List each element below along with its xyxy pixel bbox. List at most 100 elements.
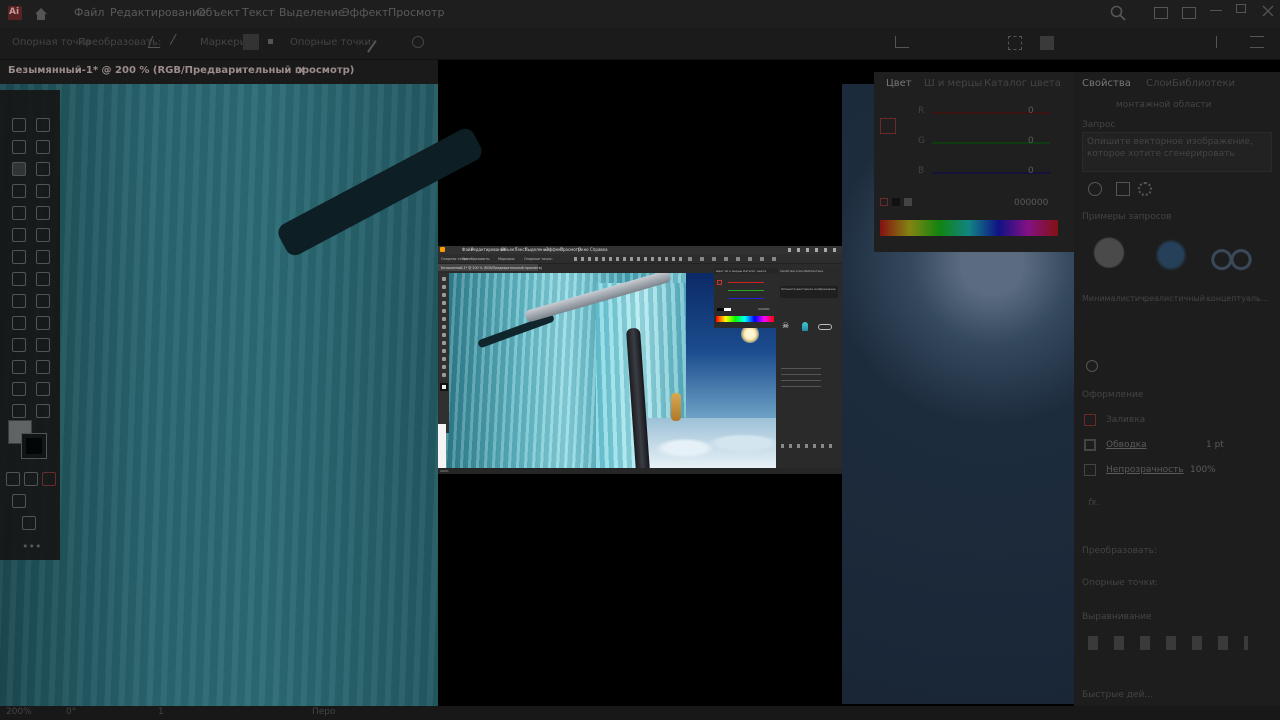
effects-icon[interactable] <box>1116 182 1130 196</box>
free-transform-tool-icon[interactable] <box>36 272 50 286</box>
zoom-value[interactable]: 200% <box>6 707 32 717</box>
rotate-tool-icon[interactable] <box>12 250 26 264</box>
mini-fill-stroke[interactable] <box>440 383 448 391</box>
cut-path-icon[interactable] <box>412 36 424 48</box>
isolate-icon[interactable] <box>1040 36 1054 50</box>
perspective-tool-icon[interactable] <box>36 294 50 308</box>
mini-g-slider[interactable] <box>728 290 764 291</box>
rotation-value[interactable]: 0° <box>66 707 76 717</box>
maximize-icon[interactable] <box>1236 4 1246 13</box>
screen-mode-icon[interactable] <box>22 516 36 530</box>
example-rocket-icon[interactable] <box>1148 232 1194 278</box>
hex-value[interactable]: 000000 <box>1014 198 1048 208</box>
mini-skull-icon[interactable]: ☠ <box>782 321 789 330</box>
symbol-sprayer-tool-icon[interactable] <box>12 360 26 374</box>
align-icon[interactable] <box>895 36 909 48</box>
b-value[interactable]: 0 <box>1028 166 1034 176</box>
scale-tool-icon[interactable] <box>36 250 50 264</box>
menu-type[interactable]: Текст <box>242 6 275 19</box>
mini-color-tabs[interactable]: Цвет Ш и мерцы Каталог цвета <box>714 268 778 274</box>
slice-tool-icon[interactable] <box>36 382 50 396</box>
mini-menu-window[interactable]: Окно <box>578 247 589 252</box>
black-swatch[interactable] <box>892 198 900 206</box>
more-tools-icon[interactable]: ••• <box>22 540 41 553</box>
fill-stroke-mini[interactable] <box>880 118 896 134</box>
mini-tool-shape[interactable] <box>442 341 446 345</box>
minimize-icon[interactable] <box>1210 10 1222 11</box>
style-reference-icon[interactable] <box>1088 182 1102 196</box>
prompt-input[interactable]: Опишите векторное изображение, которое х… <box>1082 132 1272 172</box>
mini-hex[interactable]: 000000 <box>758 307 769 311</box>
info-icon[interactable] <box>1086 360 1098 372</box>
direct-selection-tool-icon[interactable] <box>36 118 50 132</box>
menu-file[interactable]: Файл <box>74 6 104 19</box>
mini-tool-pen[interactable] <box>442 293 446 297</box>
menu-object[interactable]: Объект <box>197 6 240 19</box>
g-value[interactable]: 0 <box>1028 136 1034 146</box>
color-tab[interactable]: Цвет <box>886 78 912 89</box>
arrange-icon[interactable] <box>1154 7 1168 19</box>
properties-tab[interactable]: Свойства <box>1082 78 1131 89</box>
graph-tool-icon[interactable] <box>36 360 50 374</box>
line-tool-icon[interactable] <box>36 184 50 198</box>
libraries-tab[interactable]: Библиотеки <box>1172 78 1235 89</box>
stroke-weight-value[interactable]: 1 pt <box>1206 440 1224 450</box>
mini-tool-direct[interactable] <box>442 285 446 289</box>
color-spectrum[interactable] <box>880 220 1058 236</box>
mini-b-slider[interactable] <box>728 298 764 299</box>
width-tool-icon[interactable] <box>12 272 26 286</box>
example-bicycle-icon[interactable] <box>1208 232 1254 278</box>
convert-anchor-icon[interactable] <box>147 36 165 48</box>
fill-none-icon[interactable] <box>1084 414 1096 426</box>
pen-tool-icon[interactable] <box>12 162 26 176</box>
mini-tool-rect[interactable] <box>442 309 446 313</box>
pencil-tool-icon[interactable] <box>36 206 50 220</box>
shaper-tool-icon[interactable] <box>12 228 26 242</box>
opacity-value[interactable]: 100% <box>1190 465 1216 475</box>
color-guide-tab[interactable]: Каталог цвета <box>984 78 1061 89</box>
stroke-swatch[interactable] <box>21 433 47 459</box>
swatches-tab[interactable]: Ш и мерцы <box>924 78 982 89</box>
mini-props-tabs[interactable]: Свойства Слои Библиотеки <box>780 269 823 273</box>
search-icon[interactable] <box>1110 5 1126 21</box>
doc-tab-close[interactable]: × <box>296 63 306 77</box>
blend-tool-icon[interactable] <box>36 338 50 352</box>
mini-r-slider[interactable] <box>728 282 764 283</box>
opacity-icon[interactable] <box>1084 464 1096 476</box>
mini-menu-help[interactable]: Справка <box>590 247 608 252</box>
gradient-tool-icon[interactable] <box>36 316 50 330</box>
illustrator-window[interactable]: Файл Редактирование Объект Текст Выделен… <box>438 246 842 474</box>
fill-label[interactable]: Заливка <box>1106 415 1145 425</box>
mini-tool-gradient[interactable] <box>442 349 446 353</box>
gradient-mode-icon[interactable] <box>24 472 38 486</box>
mini-tool-zoom[interactable] <box>442 373 446 377</box>
bg-doc-tab[interactable]: Безымянный-1* @ 200 % (RGB/Предварительн… <box>0 60 438 84</box>
white-swatch[interactable] <box>904 198 912 206</box>
mini-prompt-box[interactable]: Опишите векторное изображение, <box>780 286 838 298</box>
artboard-number[interactable]: 1 <box>158 707 164 717</box>
type-tool-icon[interactable] <box>12 184 26 198</box>
mini-tool-scale[interactable] <box>442 333 446 337</box>
menu-effect[interactable]: Эффект <box>342 6 388 19</box>
more-options-icon[interactable] <box>1250 36 1264 48</box>
mini-bicycle-icon[interactable] <box>818 324 832 330</box>
mini-tool-brush[interactable] <box>442 317 446 321</box>
menu-select[interactable]: Выделение <box>279 6 345 19</box>
align-buttons-row[interactable] <box>1088 636 1248 650</box>
workspace-icon[interactable] <box>1182 7 1196 19</box>
r-value[interactable]: 0 <box>1028 106 1034 116</box>
mini-tool-type[interactable] <box>442 301 446 305</box>
fx-button[interactable]: fx. <box>1088 498 1099 508</box>
stroke-label[interactable]: Обводка <box>1106 440 1147 450</box>
none-swatch[interactable] <box>880 198 888 206</box>
mini-zoom[interactable]: 200% <box>440 469 449 473</box>
home-icon[interactable] <box>34 6 48 20</box>
color-mode-icon[interactable] <box>6 472 20 486</box>
smooth-anchor-icon[interactable] <box>169 33 187 51</box>
selection-tool-icon[interactable] <box>12 118 26 132</box>
mini-tool-eyedropper[interactable] <box>442 357 446 361</box>
arrange-objects-icon[interactable] <box>1216 36 1228 48</box>
mini-swatches[interactable] <box>717 308 731 311</box>
mini-spectrum[interactable] <box>716 316 774 322</box>
close-window-icon[interactable] <box>1262 2 1274 17</box>
